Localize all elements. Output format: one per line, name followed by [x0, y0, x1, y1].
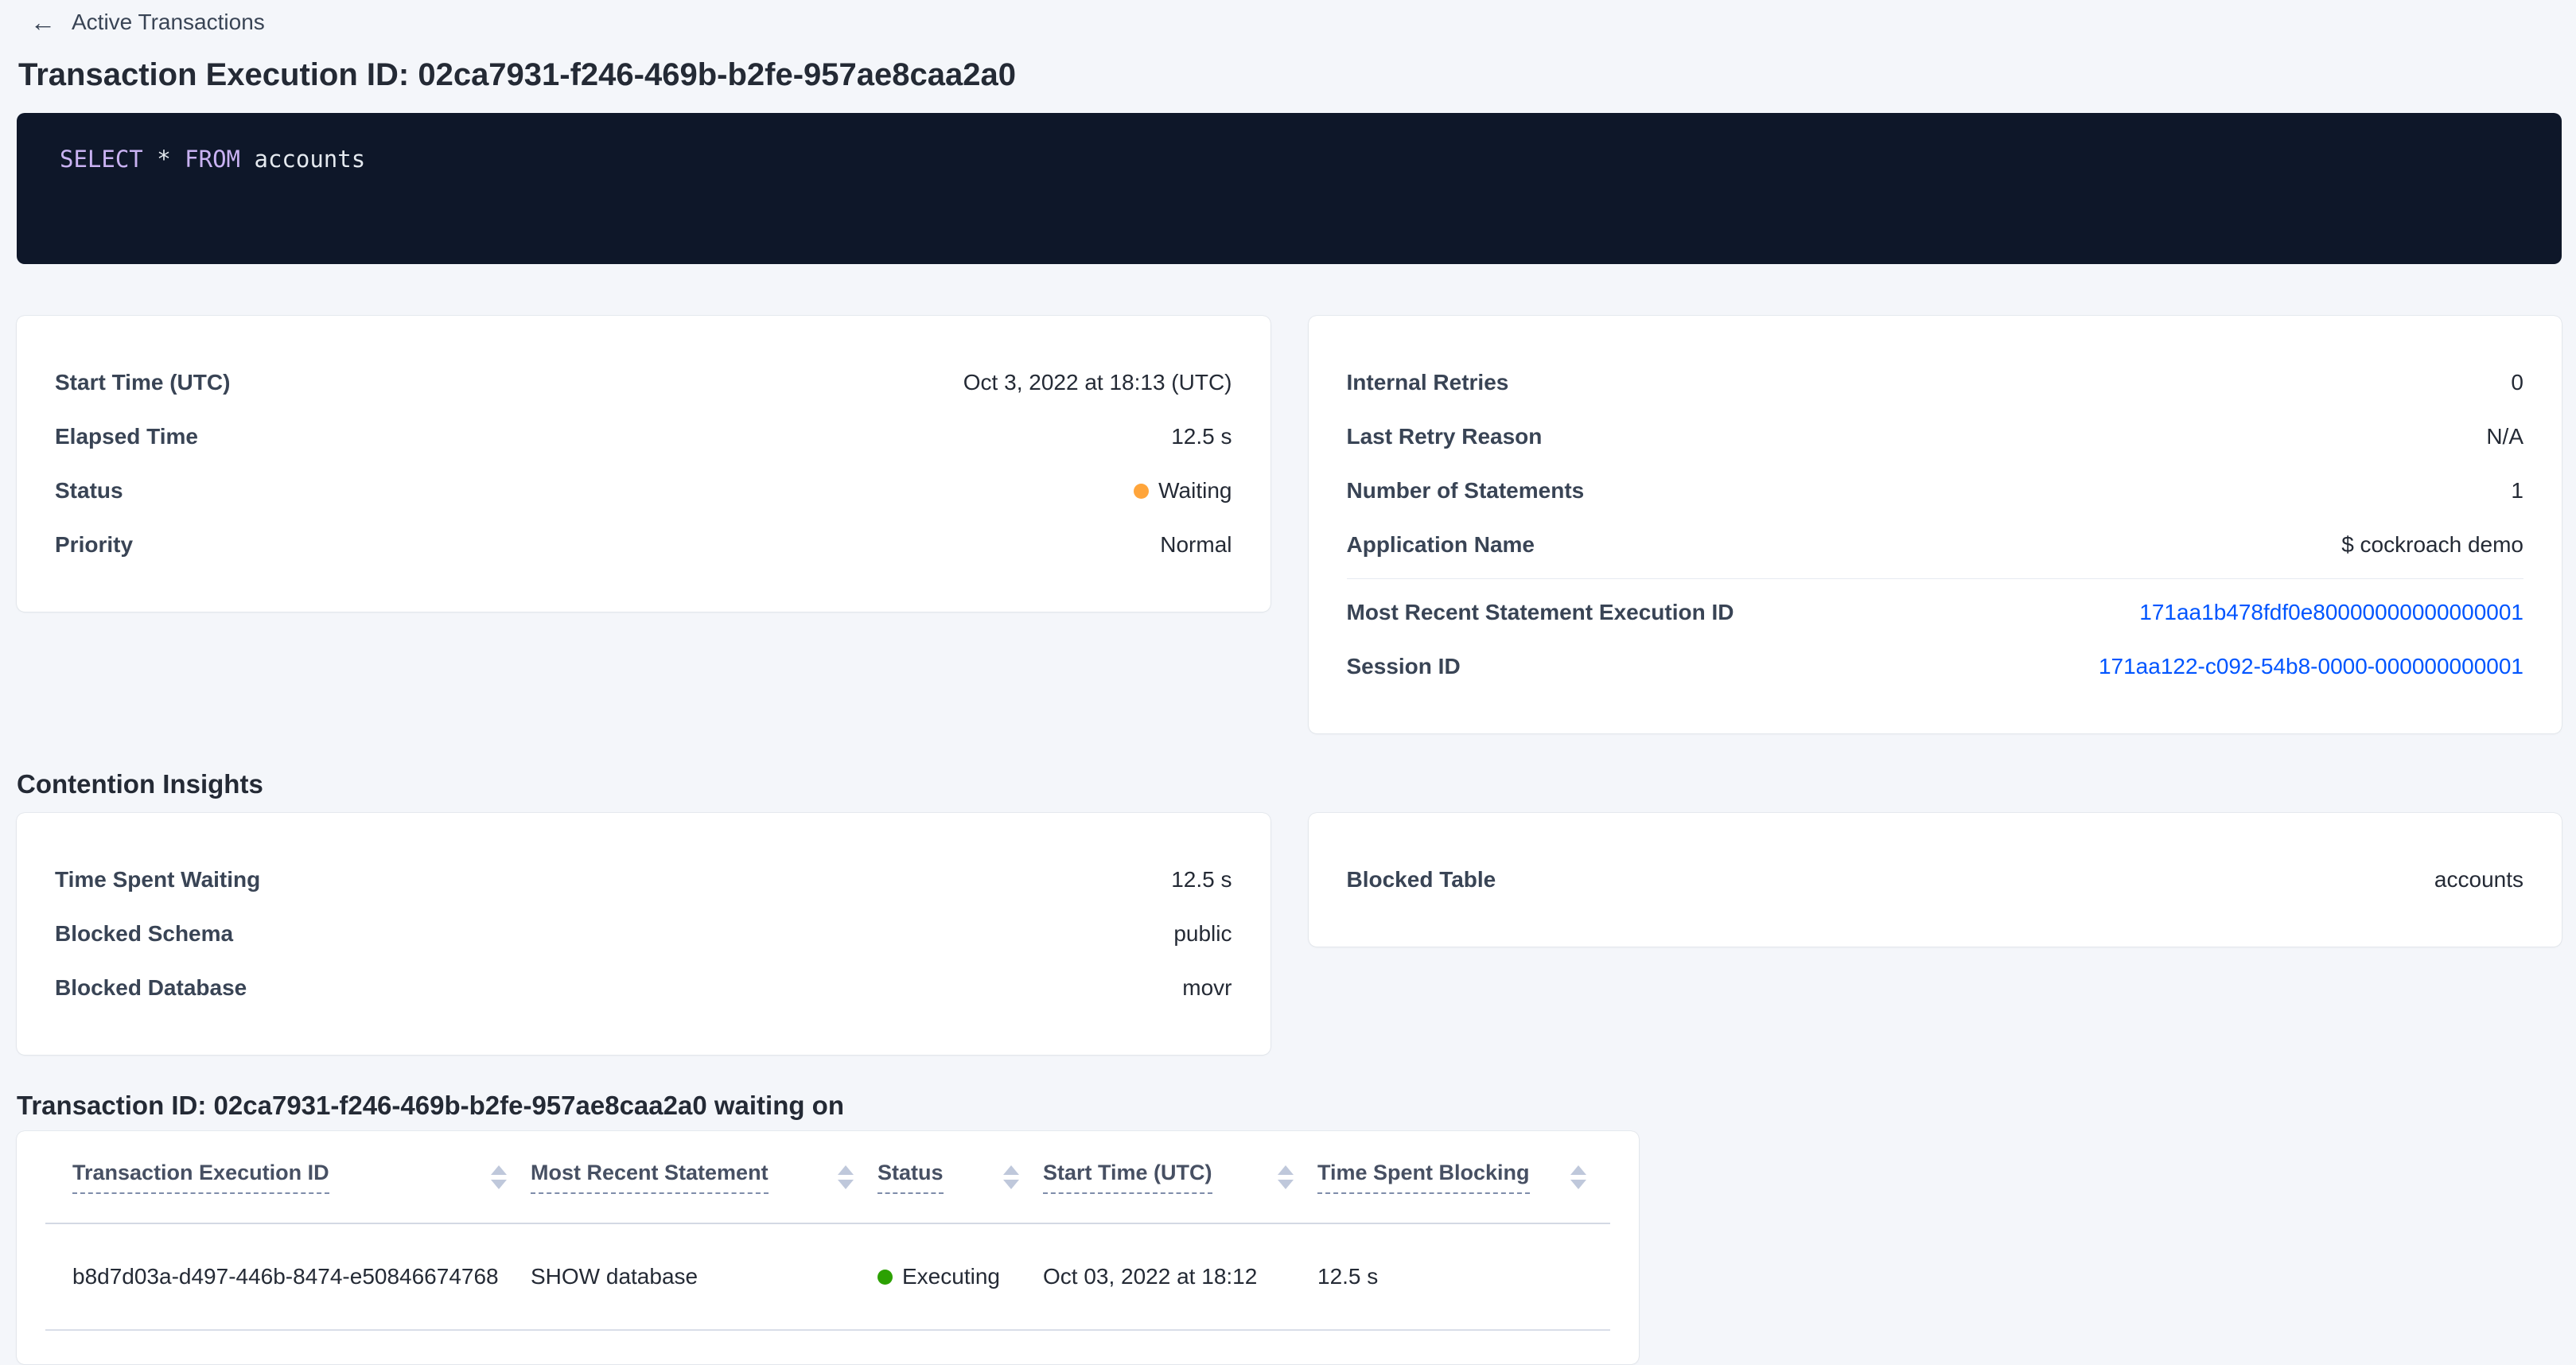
contention-card-left: Time Spent Waiting 12.5 s Blocked Schema…: [17, 813, 1270, 1055]
waiting-table-row: b8d7d03a-d497-446b-8474-e50846674768 SHO…: [45, 1224, 1610, 1331]
status-label: Status: [55, 478, 123, 504]
back-link-active-transactions[interactable]: ← Active Transactions: [30, 10, 265, 35]
session-id-link[interactable]: 171aa122-c092-54b8-0000-000000000001: [2099, 654, 2523, 679]
contention-card-right: Blocked Table accounts: [1309, 813, 2562, 947]
column-header-transaction-execution-id[interactable]: Transaction Execution ID: [72, 1161, 531, 1194]
status-executing-dot-icon: [877, 1270, 893, 1285]
blocked-table-value: accounts: [2434, 867, 2523, 892]
detail-row-blocked-table: Blocked Table accounts: [1347, 853, 2524, 907]
column-header-time-spent-blocking[interactable]: Time Spent Blocking: [1317, 1161, 1610, 1194]
priority-label: Priority: [55, 532, 133, 558]
detail-row-elapsed-time: Elapsed Time 12.5 s: [55, 410, 1232, 464]
detail-row-blocked-database: Blocked Database movr: [55, 961, 1232, 1015]
detail-row-internal-retries: Internal Retries 0: [1347, 356, 2524, 410]
blocked-schema-label: Blocked Schema: [55, 921, 233, 947]
sql-statement: SELECT * FROM accounts: [60, 146, 365, 173]
detail-row-blocked-schema: Blocked Schema public: [55, 907, 1232, 961]
number-of-statements-label: Number of Statements: [1347, 478, 1585, 504]
contention-insights-heading: Contention Insights: [17, 768, 2562, 800]
detail-row-application-name: Application Name $ cockroach demo: [1347, 518, 2524, 572]
priority-value: Normal: [1160, 532, 1232, 558]
sort-icon[interactable]: [838, 1165, 854, 1189]
sort-icon[interactable]: [1003, 1165, 1019, 1189]
cell-transaction-execution-id: b8d7d03a-d497-446b-8474-e50846674768: [72, 1264, 531, 1289]
summary-card-right: Internal Retries 0 Last Retry Reason N/A…: [1309, 316, 2562, 733]
cell-status: Executing: [877, 1264, 1043, 1289]
detail-row-priority: Priority Normal: [55, 518, 1232, 572]
sort-icon[interactable]: [1278, 1165, 1294, 1189]
last-retry-reason-label: Last Retry Reason: [1347, 424, 1543, 449]
column-header-start-time[interactable]: Start Time (UTC): [1043, 1161, 1317, 1194]
detail-row-last-retry-reason: Last Retry Reason N/A: [1347, 410, 2524, 464]
detail-row-start-time: Start Time (UTC) Oct 3, 2022 at 18:13 (U…: [55, 356, 1232, 410]
sql-star: *: [157, 146, 170, 173]
column-header-most-recent-statement[interactable]: Most Recent Statement: [531, 1161, 877, 1194]
page-title: Transaction Execution ID: 02ca7931-f246-…: [18, 56, 2562, 94]
back-link-label: Active Transactions: [72, 10, 265, 35]
start-time-label: Start Time (UTC): [55, 370, 230, 395]
cell-time-spent-blocking: 12.5 s: [1317, 1264, 1610, 1289]
sql-statement-box: SELECT * FROM accounts: [17, 113, 2562, 264]
sql-keyword-from: FROM: [185, 146, 240, 173]
waiting-on-heading: Transaction ID: 02ca7931-f246-469b-b2fe-…: [17, 1090, 2562, 1122]
application-name-label: Application Name: [1347, 532, 1535, 558]
start-time-value: Oct 3, 2022 at 18:13 (UTC): [963, 370, 1232, 395]
column-header-status[interactable]: Status: [877, 1161, 1043, 1194]
summary-card-left: Start Time (UTC) Oct 3, 2022 at 18:13 (U…: [17, 316, 1270, 612]
back-arrow-icon: ←: [30, 10, 56, 35]
detail-row-time-spent-waiting: Time Spent Waiting 12.5 s: [55, 853, 1232, 907]
application-name-value: $ cockroach demo: [2341, 532, 2523, 558]
blocked-table-label: Blocked Table: [1347, 867, 1496, 892]
waiting-table-header-row: Transaction Execution ID Most Recent Sta…: [45, 1131, 1610, 1224]
blocked-database-value: movr: [1182, 975, 1232, 1001]
statement-execution-id-link[interactable]: 171aa1b478fdf0e80000000000000001: [2139, 600, 2523, 625]
cell-start-time: Oct 03, 2022 at 18:12: [1043, 1264, 1317, 1289]
blocked-schema-value: public: [1173, 921, 1232, 947]
status-executing-text: Executing: [902, 1264, 1000, 1289]
sort-icon[interactable]: [491, 1165, 507, 1189]
detail-row-session-id: Session ID 171aa122-c092-54b8-0000-00000…: [1347, 640, 2524, 694]
internal-retries-value: 0: [2511, 370, 2523, 395]
status-text: Waiting: [1158, 478, 1232, 504]
card-divider: [1347, 578, 2524, 579]
transaction-details-page: ← Active Transactions Transaction Execut…: [0, 0, 2576, 1364]
time-spent-waiting-label: Time Spent Waiting: [55, 867, 260, 892]
number-of-statements-value: 1: [2511, 478, 2523, 504]
last-retry-reason-value: N/A: [2486, 424, 2523, 449]
time-spent-waiting-value: 12.5 s: [1171, 867, 1232, 892]
detail-row-statement-execution-id: Most Recent Statement Execution ID 171aa…: [1347, 585, 2524, 640]
sort-icon[interactable]: [1570, 1165, 1586, 1189]
detail-row-status: Status Waiting: [55, 464, 1232, 518]
sql-table-name: accounts: [254, 146, 365, 173]
internal-retries-label: Internal Retries: [1347, 370, 1509, 395]
elapsed-time-label: Elapsed Time: [55, 424, 198, 449]
detail-row-number-of-statements: Number of Statements 1: [1347, 464, 2524, 518]
status-value: Waiting: [1134, 478, 1232, 504]
waiting-on-table-card: Transaction Execution ID Most Recent Sta…: [17, 1131, 1639, 1364]
session-id-label: Session ID: [1347, 654, 1461, 679]
status-waiting-dot-icon: [1134, 484, 1149, 499]
elapsed-time-value: 12.5 s: [1171, 424, 1232, 449]
blocked-database-label: Blocked Database: [55, 975, 247, 1001]
statement-execution-id-label: Most Recent Statement Execution ID: [1347, 600, 1734, 625]
sql-keyword-select: SELECT: [60, 146, 143, 173]
cell-most-recent-statement: SHOW database: [531, 1264, 877, 1289]
